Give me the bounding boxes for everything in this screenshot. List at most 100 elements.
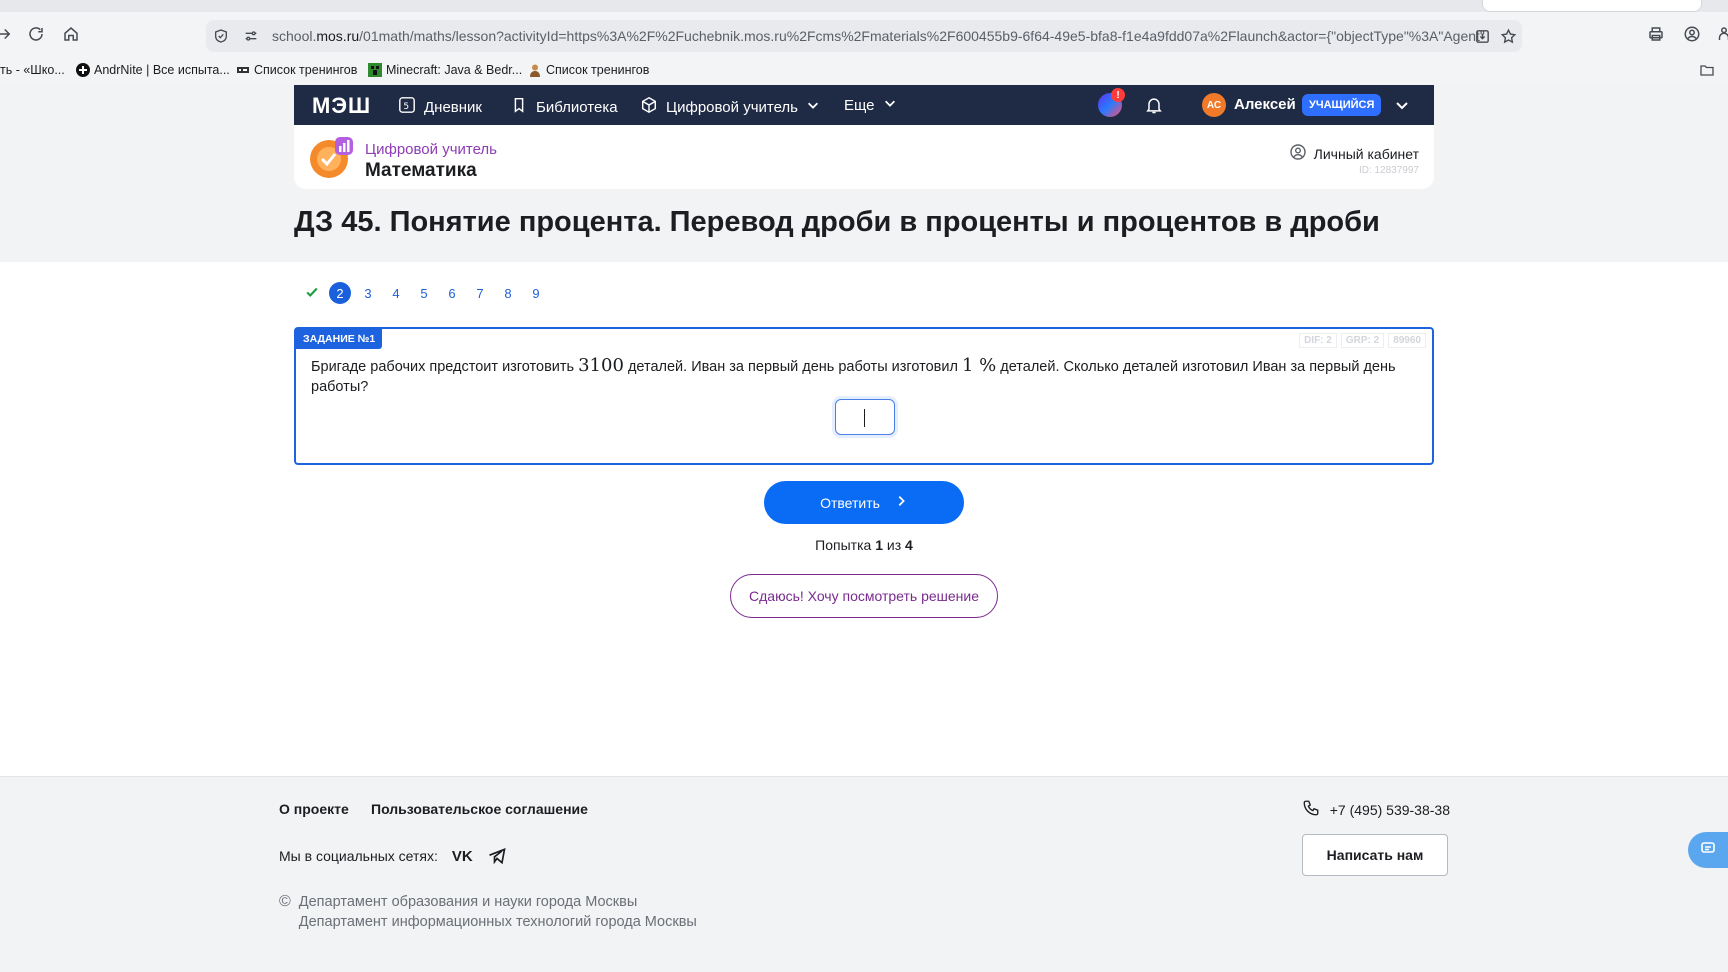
print-icon[interactable] [1644, 22, 1668, 46]
bell-icon[interactable] [1144, 95, 1164, 120]
task-text-part: Бригаде рабочих предстоит изготовить [311, 359, 579, 375]
copyright-icon: © [279, 893, 291, 910]
training-icon [236, 63, 250, 77]
notification-badge: ! [1111, 88, 1125, 102]
footer-social: Мы в социальных сетях: VK [279, 846, 507, 866]
attempt-prefix: Попытка [815, 537, 876, 553]
browser-toolbar: school.mos.ru/01math/maths/lesson?activi… [0, 12, 1728, 60]
task-nav-item[interactable]: 6 [438, 282, 466, 304]
person-icon [528, 63, 542, 77]
bookmark-icon [510, 96, 528, 118]
nav-library-label: Библиотека [536, 98, 618, 116]
bookmarks-bar: ть - «Шко... AndrNite | Все испыта... Сп… [0, 60, 1728, 84]
home-icon[interactable] [59, 22, 83, 46]
top-navigation: МЭШ 5 Дневник Библиотека Цифровой учител… [294, 85, 1434, 125]
vk-icon[interactable]: VK [452, 848, 473, 865]
bookmark-item[interactable]: Список тренингов [236, 63, 357, 77]
forward-icon[interactable] [0, 22, 16, 46]
url-domain: mos.ru [316, 28, 360, 44]
footer-social-label: Мы в социальных сетях: [279, 848, 438, 864]
bookmark-label: ть - «Шко... [0, 63, 65, 77]
bookmark-item[interactable]: Minecraft: Java & Bedr... [368, 63, 522, 77]
bookmark-item[interactable]: AndrNite | Все испыта... [76, 63, 230, 77]
attempt-current: 1 [875, 537, 883, 553]
footer: О проекте Пользовательское соглашение +7… [0, 776, 1728, 972]
account-icon[interactable] [1680, 22, 1704, 46]
telegram-icon[interactable] [487, 846, 507, 866]
text-caret [864, 409, 865, 427]
bookmark-label: AndrNite | Все испыта... [94, 63, 230, 77]
user-name[interactable]: Алексей [1234, 96, 1296, 113]
show-solution-button[interactable]: Сдаюсь! Хочу посмотреть решение [730, 574, 998, 618]
bookmark-item[interactable]: ть - «Шко... [0, 63, 65, 77]
task-card: ЗАДАНИЕ №1 DIF: 2 GRP: 2 89960 Бригаде р… [294, 327, 1434, 465]
install-app-icon[interactable] [1470, 24, 1494, 48]
shield-icon[interactable] [206, 20, 236, 52]
answer-button[interactable]: Ответить [764, 481, 964, 524]
footer-copyright-line: Департамент информационных технологий го… [298, 914, 697, 930]
lesson-title: ДЗ 45. Понятие процента. Перевод дроби в… [294, 206, 1380, 238]
task-nav-item[interactable]: 3 [354, 282, 382, 304]
footer-phone[interactable]: +7 (495) 539-38-38 [1302, 799, 1450, 820]
svg-text:5: 5 [403, 102, 409, 112]
answer-button-label: Ответить [820, 494, 880, 511]
task-meta-group: GRP: 2 [1340, 333, 1385, 348]
nav-diary[interactable]: 5 Дневник [398, 96, 482, 118]
task-nav-item-done[interactable] [298, 282, 326, 304]
site-settings-icon[interactable] [236, 20, 266, 52]
answer-input[interactable] [835, 399, 895, 435]
task-nav-item[interactable]: 8 [494, 282, 522, 304]
footer-agreement-link[interactable]: Пользовательское соглашение [371, 801, 588, 817]
subject-card: Цифровой учитель Математика Личный кабин… [294, 125, 1434, 189]
personal-cabinet-link[interactable]: Личный кабинет [1289, 144, 1419, 163]
andrnite-icon [76, 63, 90, 77]
task-nav-item[interactable]: 9 [522, 282, 550, 304]
attempt-separator: из [882, 537, 906, 553]
bookmarks-folder[interactable] [1700, 63, 1714, 77]
chevron-right-icon [894, 494, 908, 511]
footer-phone-number: +7 (495) 539-38-38 [1329, 801, 1450, 818]
task-nav-current-number: 2 [329, 282, 351, 304]
address-bar[interactable]: school.mos.ru/01math/maths/lesson?activi… [206, 20, 1522, 52]
task-nav-item-current[interactable]: 2 [326, 282, 354, 304]
chat-support-button[interactable] [1688, 832, 1728, 868]
bookmark-star-icon[interactable] [1496, 24, 1520, 48]
folder-icon [1700, 63, 1714, 77]
write-us-button[interactable]: Написать нам [1302, 834, 1448, 876]
browser-tabstrip [0, 0, 1728, 12]
mesh-logo[interactable]: МЭШ [312, 93, 371, 119]
task-nav-item[interactable]: 4 [382, 282, 410, 304]
personal-cabinet-label: Личный кабинет [1313, 145, 1419, 162]
minecraft-icon [368, 63, 382, 77]
user-id: ID: 12837997 [1358, 165, 1419, 176]
attempt-counter: Попытка 1 из 4 [764, 537, 964, 553]
task-nav-item[interactable]: 5 [410, 282, 438, 304]
footer-about-link[interactable]: О проекте [279, 801, 349, 817]
bookmark-item[interactable]: Список тренингов [528, 63, 649, 77]
bookmark-label: Список тренингов [546, 63, 650, 77]
chevron-down-icon[interactable] [1394, 97, 1410, 118]
task-meta-difficulty: DIF: 2 [1299, 333, 1337, 348]
nav-more[interactable]: Еще [844, 96, 897, 114]
footer-copyright-line: Департамент образования и науки города М… [298, 894, 638, 910]
url-path: /01math/maths/lesson?activityId=https%3A… [359, 28, 1485, 44]
url-text[interactable]: school.mos.ru/01math/maths/lesson?activi… [266, 28, 1522, 44]
digital-teacher-logo-icon [309, 137, 353, 179]
chat-icon [1700, 840, 1716, 861]
task-text-part: деталей. Иван за первый день работы изго… [623, 359, 962, 375]
browser-active-tab[interactable] [1482, 0, 1702, 12]
nav-more-label: Еще [844, 96, 875, 114]
reload-icon[interactable] [24, 22, 48, 46]
footer-copyright: © Департамент образования и науки города… [279, 892, 697, 932]
task-meta-id: 89960 [1388, 333, 1426, 348]
nav-digital-teacher[interactable]: Цифровой учитель [640, 96, 820, 118]
nav-library[interactable]: Библиотека [510, 96, 618, 118]
subject-title: Математика [365, 160, 477, 181]
subject-kicker: Цифровой учитель [365, 141, 497, 158]
avatar[interactable]: АС [1202, 93, 1226, 117]
task-nav-item[interactable]: 7 [466, 282, 494, 304]
extensions-icon[interactable] [1712, 22, 1728, 46]
url-prefix: school. [272, 28, 317, 44]
task-navigation: 2 3 4 5 6 7 8 9 [298, 282, 550, 304]
attempt-total: 4 [905, 537, 913, 553]
